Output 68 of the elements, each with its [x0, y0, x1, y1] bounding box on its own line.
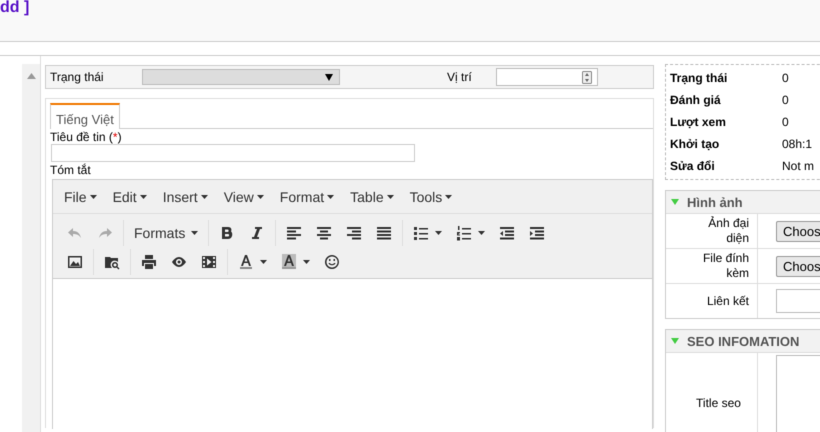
caret-icon — [191, 230, 198, 234]
highlight-color-icon — [281, 254, 297, 270]
choose-file-button[interactable]: Choos — [776, 220, 820, 242]
menu-button[interactable]: View — [216, 188, 272, 204]
caret-icon — [325, 74, 333, 80]
bullet-list-icon — [413, 224, 430, 240]
info-value: 08h:1 — [782, 137, 812, 151]
scrollbar[interactable] — [22, 64, 40, 432]
caret-icon — [140, 194, 147, 198]
align-left-icon — [286, 224, 302, 240]
menu-button[interactable]: Tools — [402, 188, 460, 204]
spinner-icon[interactable] — [582, 70, 592, 84]
caret-icon — [260, 260, 267, 264]
formats-button[interactable]: Formats — [127, 220, 206, 244]
caret-icon — [478, 230, 486, 234]
menu-button[interactable]: Insert — [154, 188, 216, 204]
menu-button[interactable]: File — [56, 188, 105, 204]
info-value: Not m — [782, 159, 814, 173]
info-label: Đánh giá — [670, 93, 722, 107]
text-color-icon — [238, 254, 254, 270]
align-right-icon — [346, 224, 362, 240]
section-title: SEO INFOMATION — [687, 334, 800, 348]
folder-search-icon — [104, 254, 120, 270]
caret-icon — [386, 194, 394, 198]
indent-icon — [529, 224, 546, 240]
caret-icon — [445, 194, 452, 198]
field-label: Title seo — [696, 396, 741, 410]
position-field[interactable] — [496, 68, 598, 86]
caret-icon — [200, 194, 208, 198]
image-icon — [67, 254, 83, 270]
caret-icon — [435, 230, 442, 234]
menu-button[interactable]: Edit — [104, 188, 155, 204]
section-header[interactable]: SEO INFOMATION — [666, 330, 820, 353]
info-label: Sửa đổi — [670, 159, 716, 173]
info-label: Khởi tạo — [670, 137, 720, 151]
field-label: Ảnh đại diện — [707, 216, 749, 246]
language-tab[interactable]: Tiếng Việt — [50, 103, 120, 129]
align-center-icon — [316, 224, 332, 240]
film-icon — [201, 254, 217, 270]
caret-icon — [256, 194, 264, 198]
smiley-icon — [324, 254, 340, 270]
caret-icon — [327, 194, 334, 198]
section-header[interactable]: Hình ảnh — [666, 191, 820, 214]
menu-button[interactable]: Table — [342, 188, 402, 204]
caret-icon — [90, 194, 97, 198]
numbered-list-icon — [456, 224, 472, 240]
info-label: Lượt xem — [670, 115, 727, 129]
printer-icon — [141, 254, 157, 270]
field-label: Liên kết — [706, 294, 749, 308]
position-label: Vị trí — [447, 70, 473, 84]
outdent-icon — [499, 224, 516, 240]
info-label: Trạng thái — [670, 71, 728, 85]
title-label: Tiêu đề tin (*) — [50, 130, 123, 144]
summary-label: Tóm tắt — [50, 163, 92, 177]
title-input[interactable] — [51, 144, 415, 162]
info-value: 0 — [782, 115, 789, 129]
caret-icon — [303, 260, 310, 264]
status-label: Trạng thái — [50, 70, 105, 84]
link-input[interactable] — [776, 289, 820, 313]
eye-icon — [171, 254, 187, 270]
justify-icon — [376, 224, 392, 240]
info-value: 0 — [782, 71, 789, 85]
field-label: File đính kèm — [702, 251, 749, 281]
choose-file-button[interactable]: Choos — [776, 256, 820, 276]
info-value: 0 — [782, 93, 789, 107]
menu-button[interactable]: Format — [272, 188, 342, 204]
page-title: dd ] — [0, 0, 30, 16]
section-title: Hình ảnh — [687, 194, 743, 210]
